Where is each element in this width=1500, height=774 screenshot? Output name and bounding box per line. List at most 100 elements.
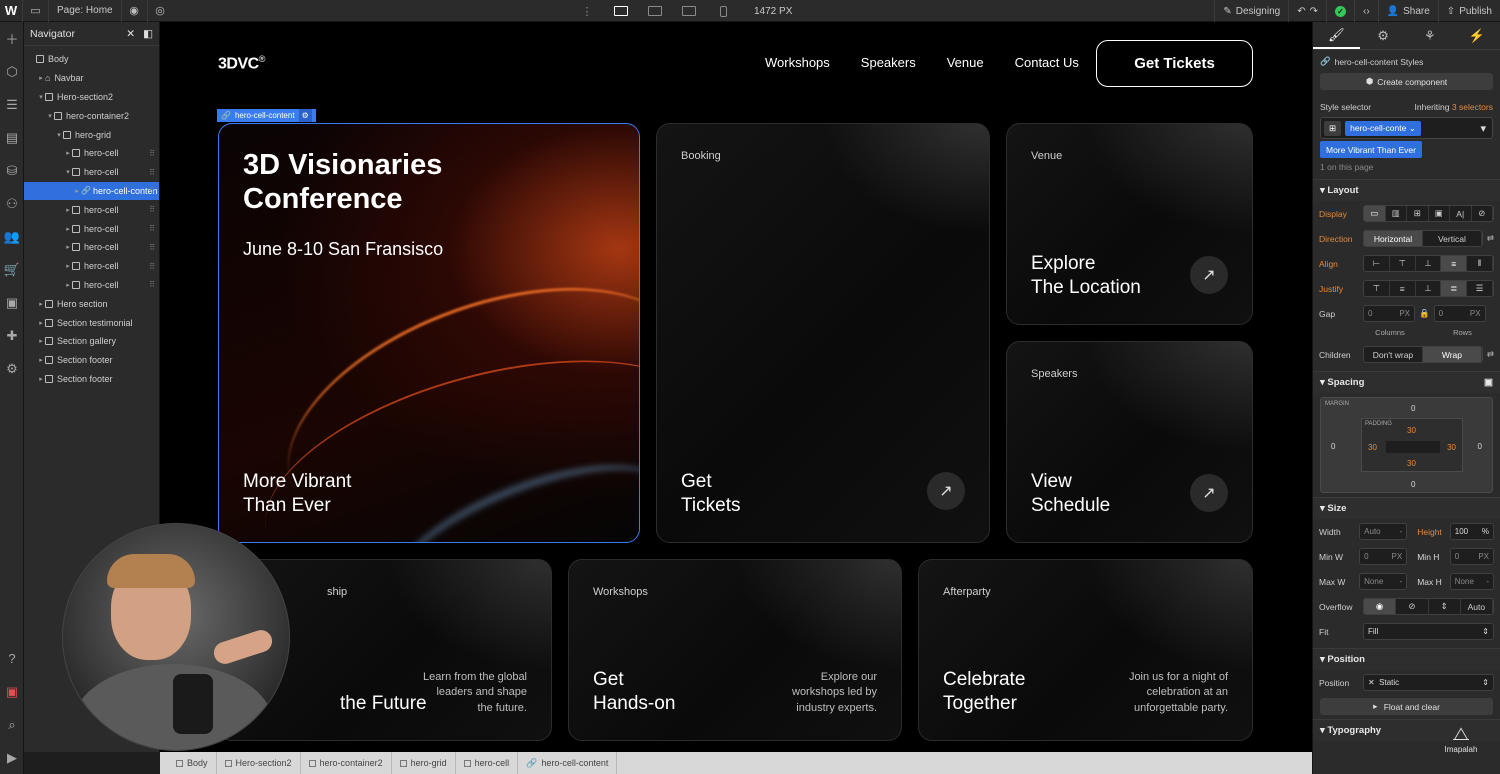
hero-cell-speakers[interactable]: Speakers View Schedule ↗: [1006, 341, 1253, 543]
drag-handle-icon[interactable]: ⠿: [149, 224, 155, 233]
settings-gear-icon[interactable]: ⚙: [0, 352, 24, 385]
ecommerce-cart-icon[interactable]: 🛒: [0, 253, 24, 286]
navigator-item[interactable]: Body: [24, 50, 159, 69]
nav-link-venue[interactable]: Venue: [947, 55, 984, 70]
wrap-options[interactable]: Don't wrap Wrap: [1363, 346, 1483, 363]
justify-options[interactable]: ⊤ ≡ ⊥ ≣ ☰: [1363, 280, 1494, 297]
navigator-item[interactable]: ▸ Section gallery: [24, 332, 159, 351]
tablet-breakpoint-icon[interactable]: [638, 0, 672, 22]
hero-cell-booking[interactable]: Booking Get Tickets ↗: [656, 123, 990, 543]
position-section-header[interactable]: ▾ Position: [1313, 648, 1500, 670]
caret-icon[interactable]: ▸: [64, 281, 72, 289]
navigator-item[interactable]: ▸ Section testimonial: [24, 313, 159, 332]
code-icon[interactable]: ‹›: [1353, 0, 1378, 22]
chevron-down-icon[interactable]: ▾: [1480, 122, 1486, 135]
caret-icon[interactable]: ▸: [64, 262, 72, 270]
more-options-icon[interactable]: ⋮: [570, 0, 604, 22]
phone-breakpoint-icon[interactable]: [706, 0, 740, 22]
display-options[interactable]: ▭ ▥ ⊞ ▣ A| ⊘: [1363, 205, 1494, 222]
undo-redo[interactable]: ↶ ↷: [1288, 0, 1326, 22]
caret-icon[interactable]: ▸: [37, 300, 45, 308]
tab-interactions-icon[interactable]: ⚘: [1407, 22, 1454, 49]
caret-icon[interactable]: ▸: [37, 74, 45, 82]
navigator-item[interactable]: ▸ Hero section: [24, 294, 159, 313]
caret-icon[interactable]: ▸: [37, 356, 45, 364]
hero-cell-workshops[interactable]: Workshops Get Hands-on Explore our works…: [568, 559, 902, 741]
drag-handle-icon[interactable]: ⠿: [149, 243, 155, 252]
gap-columns-input[interactable]: 0 PX: [1363, 305, 1415, 322]
max-width-input[interactable]: None -: [1359, 573, 1408, 590]
navigator-item[interactable]: ▾ hero-cell ⠿: [24, 163, 159, 182]
designing-mode[interactable]: ✎ Designing: [1214, 0, 1288, 22]
min-height-input[interactable]: 0 PX: [1449, 548, 1495, 565]
desktop-breakpoint-icon[interactable]: [604, 0, 638, 22]
users-icon[interactable]: 👥: [0, 220, 24, 253]
navigator-item[interactable]: ▸ hero-cell ⠿: [24, 238, 159, 257]
drag-handle-icon[interactable]: ⠿: [149, 186, 155, 195]
caret-icon[interactable]: ▾: [55, 131, 63, 139]
drag-handle-icon[interactable]: ⠿: [149, 149, 155, 158]
design-canvas[interactable]: 3DVC® Workshops Speakers Venue Contact U…: [160, 22, 1312, 752]
caret-icon[interactable]: ▸: [73, 187, 81, 195]
size-section-header[interactable]: ▾ Size: [1313, 497, 1500, 519]
get-tickets-button[interactable]: Get Tickets: [1096, 40, 1253, 87]
arrow-up-right-icon[interactable]: ↗: [927, 472, 965, 510]
caret-icon[interactable]: ▸: [64, 149, 72, 157]
hero-cell-main[interactable]: 3D Visionaries Conference June 8-10 San …: [218, 123, 640, 543]
direction-options[interactable]: Horizontal Vertical: [1363, 230, 1483, 247]
navigator-item[interactable]: ▾ hero-container2: [24, 106, 159, 125]
caret-icon[interactable]: ▾: [37, 93, 45, 101]
navigator-item[interactable]: ▾ hero-grid: [24, 125, 159, 144]
video-icon[interactable]: ▶: [0, 741, 24, 774]
search-icon[interactable]: ⌕: [0, 708, 24, 741]
tab-lightning-icon[interactable]: ⚡: [1453, 22, 1500, 49]
selector-icon[interactable]: ⊞: [1324, 120, 1342, 136]
hero-cell-venue[interactable]: Venue Explore The Location ↗: [1006, 123, 1253, 325]
drag-handle-icon[interactable]: ⠿: [149, 280, 155, 289]
navigator-item[interactable]: ▸ Section footer: [24, 351, 159, 370]
lock-icon[interactable]: 🔒: [1419, 308, 1430, 319]
nav-link-workshops[interactable]: Workshops: [765, 55, 830, 70]
position-select[interactable]: ✕ Static ⇕: [1363, 674, 1494, 691]
add-elements-icon[interactable]: ＋: [0, 22, 24, 55]
breadcrumb-item[interactable]: 🔗 hero-cell-content: [518, 752, 618, 774]
cube-icon[interactable]: ⬡: [0, 55, 24, 88]
navigator-item[interactable]: ▾ Hero-section2: [24, 88, 159, 107]
undo-icon[interactable]: ↶: [1297, 6, 1305, 17]
inheriting-count[interactable]: 3 selectors: [1452, 102, 1493, 112]
breadcrumb-item[interactable]: hero-container2: [301, 752, 392, 774]
breadcrumb-item[interactable]: Hero-section2: [217, 752, 301, 774]
selector-chip[interactable]: hero-cell-conte ⌄: [1345, 120, 1421, 136]
reverse-icon[interactable]: ⇄: [1487, 349, 1494, 360]
dock-icon[interactable]: ◧: [143, 28, 153, 40]
navigator-icon[interactable]: ☰: [0, 88, 24, 121]
style-selector-input[interactable]: ⊞ hero-cell-conte ⌄ ▾: [1320, 117, 1493, 139]
spacing-box-model[interactable]: MARGIN 0 0 0 0 PADDING 30 30 30 30: [1320, 397, 1493, 493]
selected-element-tag[interactable]: 🔗 hero-cell-content ⚙: [217, 109, 316, 122]
fit-select[interactable]: Fill ⇕: [1363, 623, 1494, 640]
navigator-item[interactable]: ▸ 🔗 hero-cell-conten ⠿: [24, 181, 159, 201]
cms-icon[interactable]: ⛁: [0, 154, 24, 187]
share-button[interactable]: 👤 Share: [1377, 0, 1438, 22]
close-icon[interactable]: ✕: [126, 28, 135, 40]
navigator-item[interactable]: ▸ hero-cell ⠿: [24, 219, 159, 238]
height-input[interactable]: 100%: [1449, 523, 1495, 540]
redo-icon[interactable]: ↷: [1310, 6, 1318, 17]
create-component-button[interactable]: ⬢ Create component: [1320, 73, 1493, 90]
navigator-item[interactable]: ▸ hero-cell ⠿: [24, 200, 159, 219]
overflow-options[interactable]: ◉ ⊘ ⇕ Auto: [1363, 598, 1494, 615]
preview-eye-icon[interactable]: ◎: [146, 0, 173, 22]
tab-settings-gear-icon[interactable]: ⚙: [1360, 22, 1407, 49]
pages-icon[interactable]: ▤: [0, 121, 24, 154]
comment-icon[interactable]: ◉: [120, 0, 147, 22]
navigator-item[interactable]: ▸ hero-cell ⠿: [24, 276, 159, 295]
caret-icon[interactable]: ▸: [37, 375, 45, 383]
breadcrumb-item[interactable]: hero-grid: [392, 752, 456, 774]
breadcrumb-item[interactable]: Body: [168, 752, 217, 774]
status-check[interactable]: ✓: [1325, 0, 1354, 22]
float-and-clear-toggle[interactable]: ▸ Float and clear: [1320, 698, 1493, 715]
caret-icon[interactable]: ▾: [46, 112, 54, 120]
arrow-up-right-icon[interactable]: ↗: [1190, 474, 1228, 512]
audit-icon[interactable]: ▣: [0, 675, 24, 708]
breadcrumb-item[interactable]: hero-cell: [456, 752, 519, 774]
